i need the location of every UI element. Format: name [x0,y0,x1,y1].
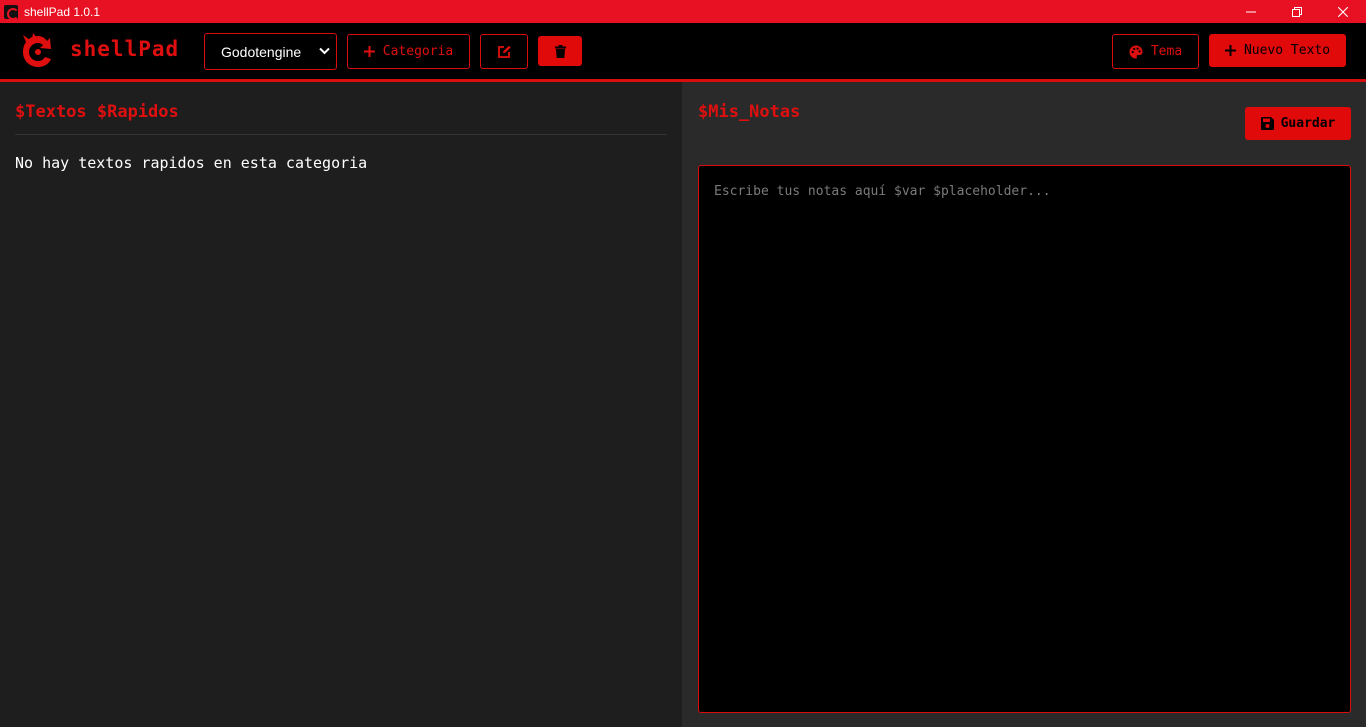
quick-texts-title: $Textos $Rapidos [15,102,179,122]
app-brand: shellPad [70,37,180,61]
new-text-label: Nuevo Texto [1243,43,1331,58]
restore-button[interactable] [1274,0,1320,23]
trash-icon [554,44,566,58]
theme-label: Tema [1150,44,1183,59]
close-button[interactable] [1320,0,1366,23]
plus-icon [1224,45,1236,56]
notes-panel: $Mis_Notas Guardar [682,82,1366,727]
notes-title: $Mis_Notas [698,102,801,122]
save-button[interactable]: Guardar [1245,107,1351,140]
edit-icon [497,45,511,58]
quick-texts-panel: $Textos $Rapidos No hay textos rapidos e… [0,82,682,727]
edit-category-button[interactable] [480,34,528,69]
restore-icon [1292,6,1302,17]
save-label: Guardar [1280,116,1336,131]
floppy-disk-icon [1260,117,1274,130]
empty-state-message: No hay textos rapidos en esta categoria [15,154,368,172]
window-titlebar: shellPad 1.0.1 [0,0,1366,23]
delete-category-button[interactable] [538,36,582,66]
close-icon [1338,6,1348,17]
add-category-button[interactable]: Categoria [347,34,470,69]
app-header: shellPad Godotengine Categoria Tema Nuev… [0,23,1366,82]
plus-icon [363,46,375,57]
app-icon [4,4,19,20]
window-controls [1228,0,1366,23]
add-category-label: Categoria [382,44,454,59]
chevron-down-icon [319,47,330,55]
dragon-logo-icon [23,33,51,67]
palette-icon [1129,45,1143,58]
new-text-button[interactable]: Nuevo Texto [1209,34,1346,67]
category-select-value: Godotengine [221,43,302,60]
window-title: shellPad 1.0.1 [24,4,101,19]
category-select[interactable]: Godotengine [204,33,337,70]
theme-button[interactable]: Tema [1112,34,1199,69]
minimize-icon [1246,11,1256,12]
notes-textarea[interactable] [698,165,1351,713]
minimize-button[interactable] [1228,0,1274,23]
quick-texts-divider [15,134,667,135]
